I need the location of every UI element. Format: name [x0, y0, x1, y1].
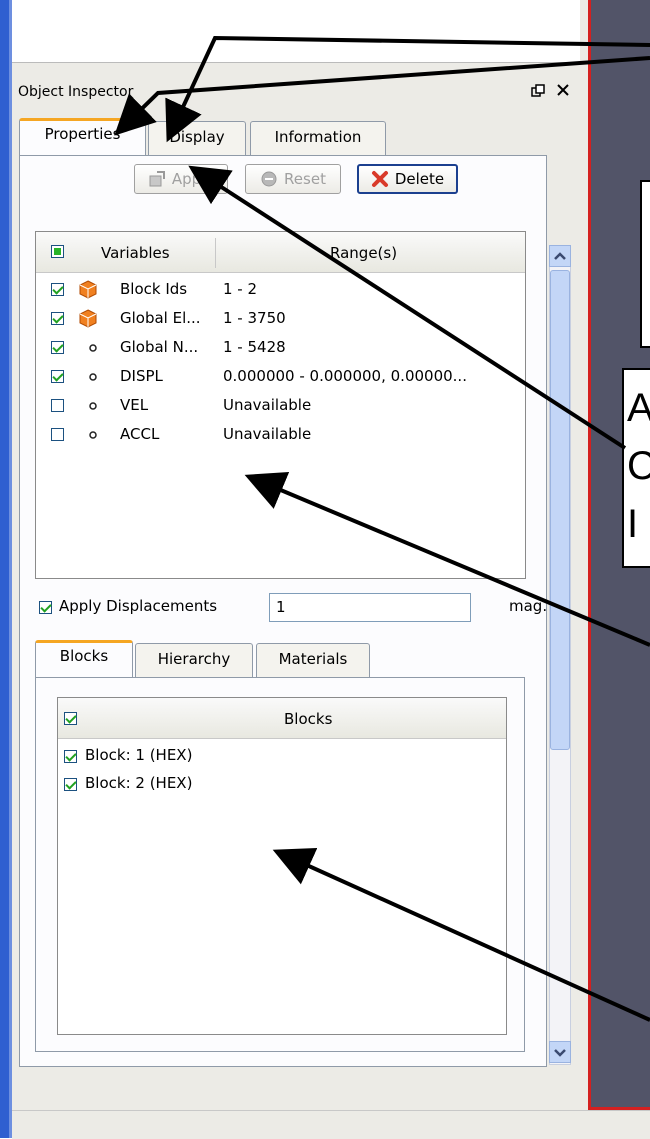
annotation-arrows [114, 35, 650, 1022]
